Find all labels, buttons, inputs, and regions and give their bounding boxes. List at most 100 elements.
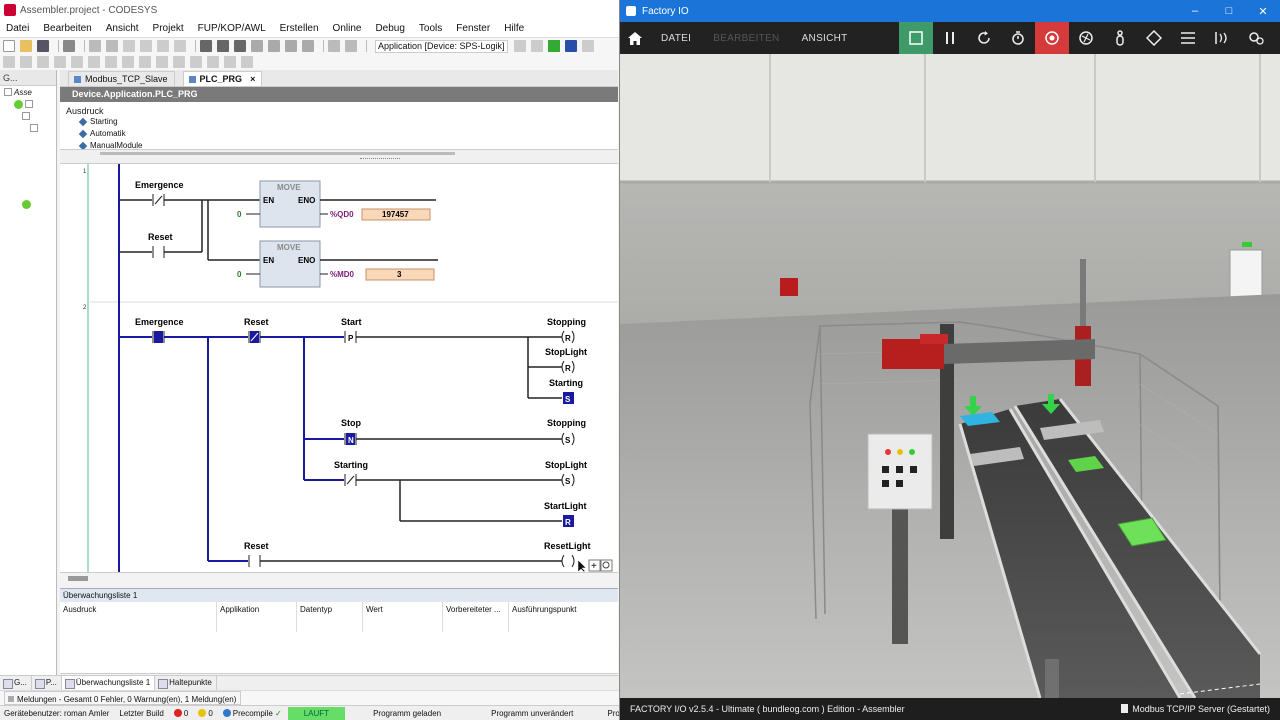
set-coil-icon[interactable] <box>139 56 151 68</box>
bottom-tab-devices[interactable]: G... <box>0 676 32 690</box>
zoom-icon[interactable] <box>241 56 253 68</box>
start-icon[interactable] <box>547 40 560 52</box>
contact-reset-1-negated[interactable] <box>248 331 261 343</box>
close-tab-icon[interactable]: × <box>250 74 255 84</box>
bookmark-next-icon[interactable] <box>268 40 280 52</box>
redo-icon[interactable] <box>106 40 118 52</box>
menu-erstellen[interactable]: Erstellen <box>274 23 327 34</box>
undo-icon[interactable] <box>89 40 101 52</box>
coil-stoplight-set[interactable]: StopLight S <box>545 460 587 487</box>
coil-stoplight-reset[interactable]: StopLight R <box>545 347 587 374</box>
home-icon[interactable] <box>620 22 650 54</box>
open-folder-icon[interactable] <box>20 40 32 52</box>
build-icon[interactable] <box>328 40 340 52</box>
cut-icon[interactable] <box>123 40 135 52</box>
paste-icon[interactable] <box>157 40 169 52</box>
watch-col-datentyp[interactable]: Datentyp <box>297 602 363 632</box>
watch-col-vorbereiteter[interactable]: Vorbereiteter ... <box>443 602 509 632</box>
rebuild-icon[interactable] <box>345 40 357 52</box>
tree-row-device[interactable] <box>0 98 56 110</box>
factory-scene-viewport[interactable] <box>620 54 1280 699</box>
watch-col-ausfuehrungspunkt[interactable]: Ausführungspunkt <box>509 602 618 632</box>
contact-starting-negated[interactable] <box>344 474 357 486</box>
save-icon[interactable] <box>37 40 49 52</box>
insert-jump-icon[interactable] <box>105 56 117 68</box>
declaration-scrollbar[interactable] <box>100 152 455 155</box>
branch-icon[interactable] <box>173 56 185 68</box>
replace-icon[interactable] <box>234 40 246 52</box>
first-person-icon[interactable] <box>1137 22 1171 54</box>
contact-reset-2[interactable] <box>248 555 261 567</box>
new-file-icon[interactable] <box>3 40 15 52</box>
menu-bearbeiten[interactable]: Bearbeiten <box>37 23 99 34</box>
maximize-button[interactable]: □ <box>1212 5 1246 18</box>
menu-datei[interactable]: Datei <box>0 23 37 34</box>
login-icon[interactable] <box>513 40 526 52</box>
bottom-tab-pous[interactable]: P... <box>32 676 62 690</box>
insert-return-icon[interactable] <box>122 56 134 68</box>
watch-col-applikation[interactable]: Applikation <box>217 602 297 632</box>
stop-icon[interactable] <box>564 40 577 52</box>
tree-row-application[interactable] <box>0 122 56 134</box>
close-button[interactable]: ✕ <box>1246 5 1280 18</box>
watch-col-wert[interactable]: Wert <box>363 602 443 632</box>
reset-icon[interactable] <box>581 40 594 52</box>
active-application-select[interactable]: Application [Device: SPS-Logik] <box>375 39 508 53</box>
watch-col-ausdruck[interactable]: Ausdruck <box>60 602 217 632</box>
bookmark-prev-icon[interactable] <box>285 40 297 52</box>
visibility-icon[interactable] <box>1239 22 1273 54</box>
bottom-tab-breakpoints[interactable]: Haltepunkte <box>155 676 217 690</box>
tab-plc-prg[interactable]: PLC_PRG × <box>182 71 263 86</box>
insert-box-icon[interactable] <box>88 56 100 68</box>
tag-list-icon[interactable] <box>1171 22 1205 54</box>
tree-row-assembler[interactable]: Asse <box>0 86 56 98</box>
contact-start-p-edge[interactable]: P <box>344 331 357 343</box>
driver-icon[interactable] <box>1034 22 1069 54</box>
menu-hilfe[interactable]: Hilfe <box>498 23 532 34</box>
menu-datei[interactable]: DATEI <box>650 33 702 44</box>
tree-row-modbus[interactable] <box>0 198 56 210</box>
bookmark-icon[interactable] <box>251 40 263 52</box>
menu-debug[interactable]: Debug <box>369 23 412 34</box>
menu-fup-kop-awl[interactable]: FUP/KOP/AWL <box>192 23 274 34</box>
menu-tools[interactable]: Tools <box>413 23 450 34</box>
contact-stop-n-edge[interactable]: N <box>344 433 357 445</box>
contact-emergence-negated[interactable] <box>152 194 165 206</box>
coil-resetlight[interactable]: ResetLight <box>544 541 591 568</box>
pause-icon[interactable] <box>933 22 967 54</box>
tree-expand-icon[interactable] <box>4 88 12 96</box>
insert-parallel-contact-icon[interactable] <box>54 56 66 68</box>
camera-orbit-icon[interactable] <box>1069 22 1103 54</box>
declaration-item[interactable]: Automatik <box>60 128 618 140</box>
tree-row-plc-logic[interactable] <box>0 110 56 122</box>
tab-modbus-tcp-slave[interactable]: Modbus_TCP_Slave <box>68 71 175 86</box>
delete-icon[interactable] <box>174 40 186 52</box>
splitter-grip[interactable] <box>360 158 400 161</box>
find-next-icon[interactable] <box>217 40 229 52</box>
logout-icon[interactable] <box>530 40 543 52</box>
find-icon[interactable] <box>200 40 212 52</box>
scrollbar-thumb[interactable] <box>68 576 88 581</box>
sensor-icon[interactable] <box>1205 22 1239 54</box>
reset-coil-icon[interactable] <box>156 56 168 68</box>
negate-icon[interactable] <box>207 56 219 68</box>
menu-ansicht[interactable]: Ansicht <box>100 23 147 34</box>
editor-splitter[interactable] <box>60 150 618 164</box>
timer-icon[interactable] <box>1001 22 1035 54</box>
print-icon[interactable] <box>63 40 75 52</box>
insert-negated-contact-icon[interactable] <box>37 56 49 68</box>
menu-fenster[interactable]: Fenster <box>450 23 498 34</box>
minimize-button[interactable]: – <box>1178 5 1212 18</box>
ladder-horizontal-scrollbar[interactable] <box>60 572 618 584</box>
bookmark-clear-icon[interactable] <box>302 40 314 52</box>
move-block-1[interactable]: MOVE EN ENO <box>259 180 321 228</box>
coil-stopping-reset[interactable]: Stopping R <box>547 317 586 344</box>
coil-starting-set[interactable]: Starting S <box>549 378 583 404</box>
contact-reset[interactable] <box>152 246 165 258</box>
bottom-tab-watch-list[interactable]: Überwachungsliste 1 <box>61 676 156 690</box>
move-block-2[interactable]: MOVE EN ENO <box>259 240 321 288</box>
reset-scene-icon[interactable] <box>967 22 1001 54</box>
menu-projekt[interactable]: Projekt <box>147 23 192 34</box>
declaration-item[interactable]: Starting <box>60 116 618 128</box>
coil-stopping-set[interactable]: Stopping S <box>547 418 586 446</box>
